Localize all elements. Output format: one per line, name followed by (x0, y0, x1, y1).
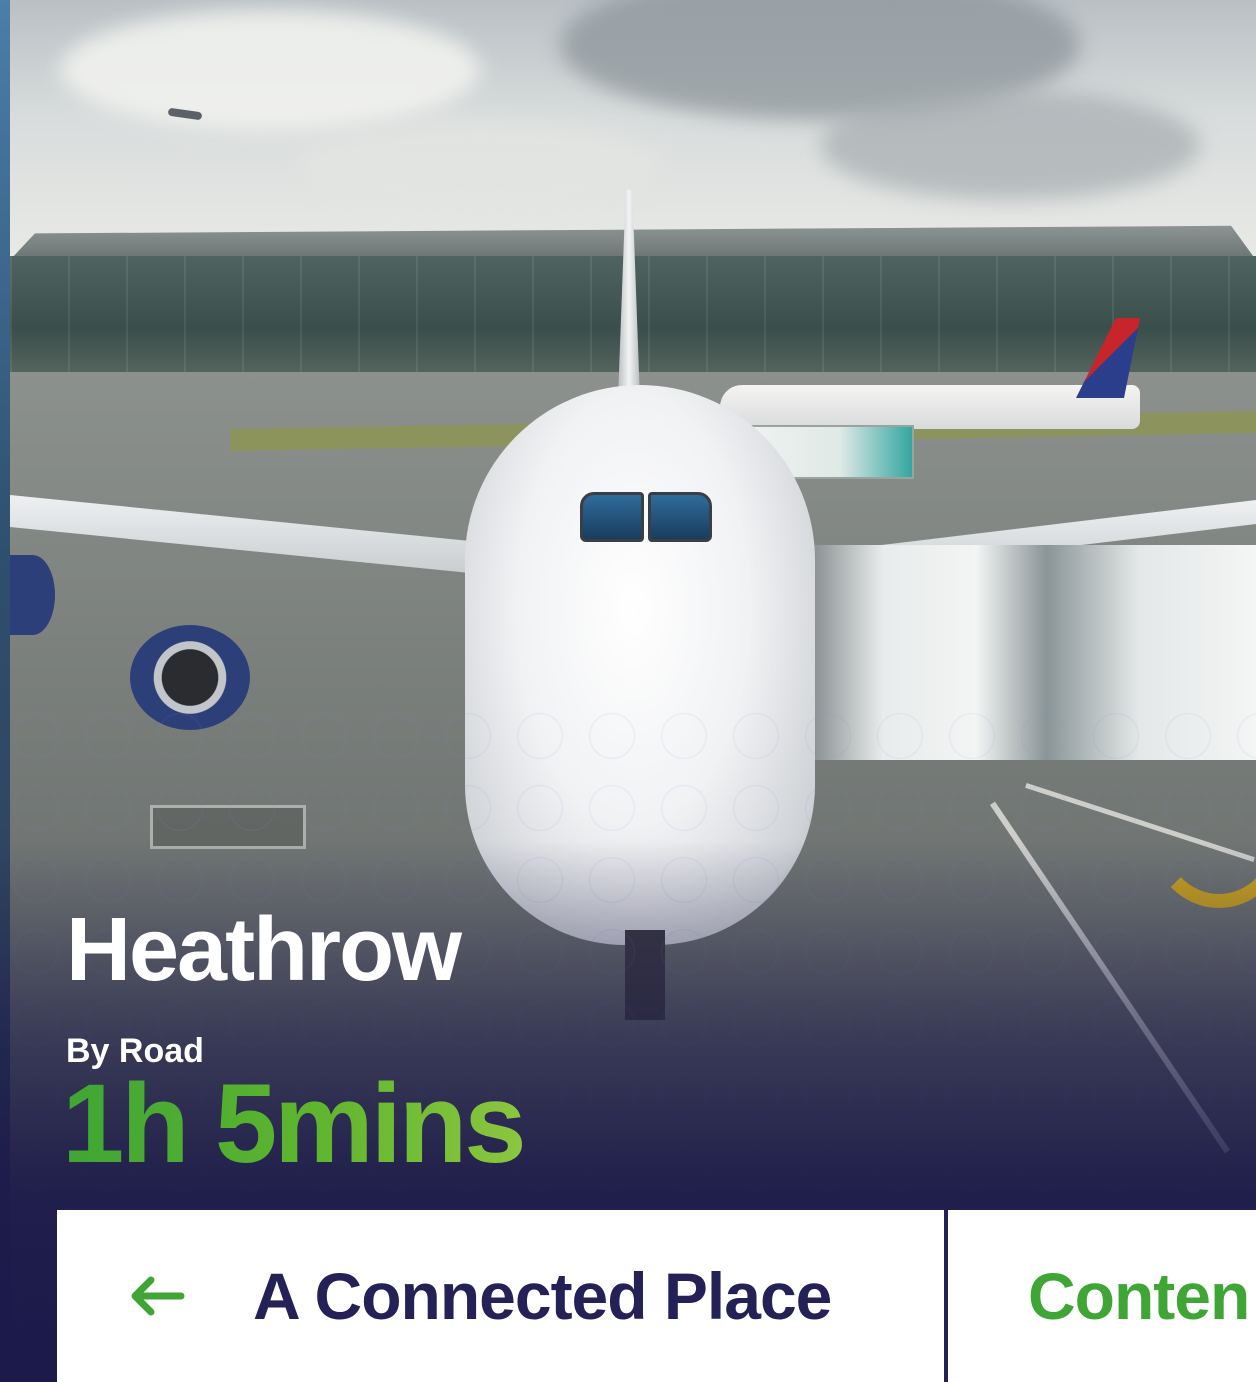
travel-time-value: 1h 5mins (62, 1061, 527, 1186)
page-navigation: A Connected Place Conten (57, 1210, 1256, 1382)
next-page-link[interactable]: Conten (948, 1210, 1256, 1382)
destination-title: Heathrow (66, 900, 462, 1000)
previous-page-label: A Connected Place (253, 1259, 832, 1333)
previous-page-link[interactable]: A Connected Place (57, 1210, 944, 1382)
next-page-label: Conten (1028, 1259, 1250, 1333)
travel-time: 1h 5mins (62, 1068, 527, 1180)
arrow-left-icon (129, 1276, 185, 1316)
destination-card: Heathrow By Road 1h 5mins A Connected Pl… (0, 0, 1256, 1382)
